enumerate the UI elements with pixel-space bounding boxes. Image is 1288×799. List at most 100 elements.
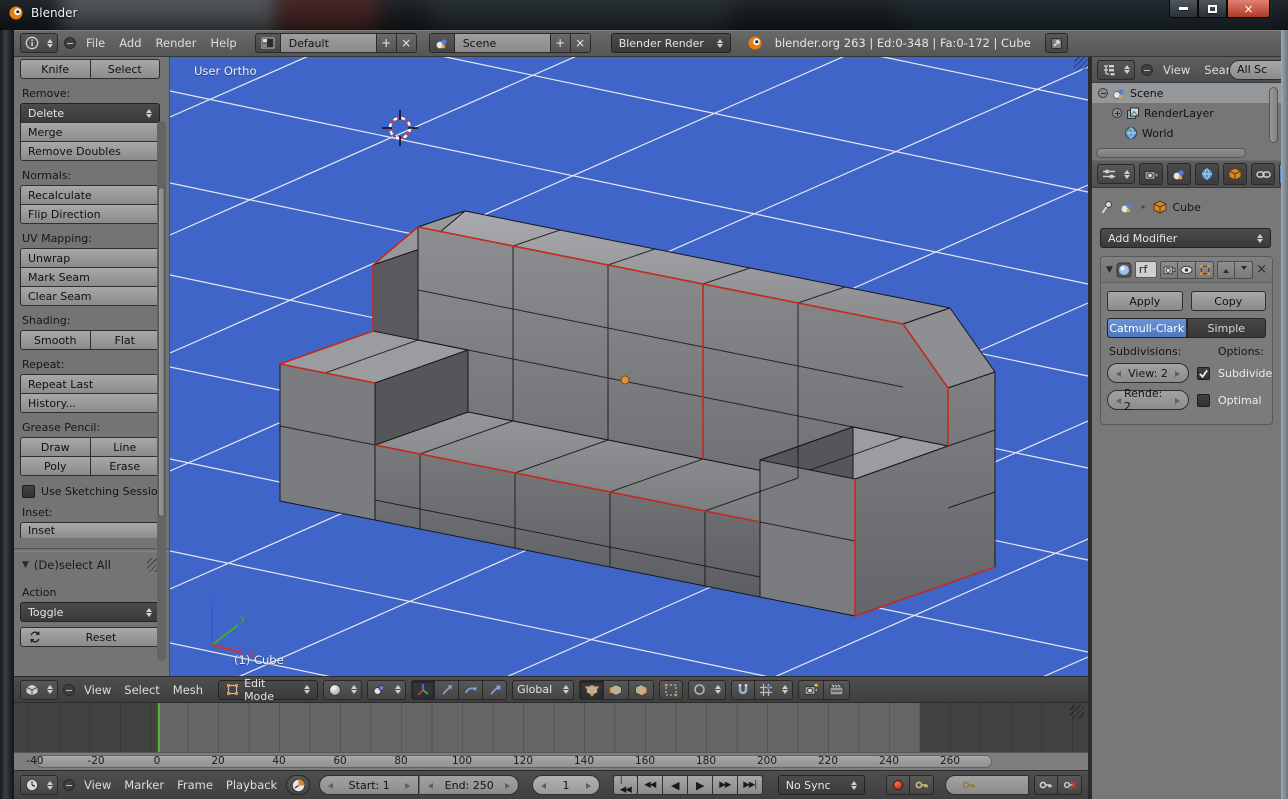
smooth-button[interactable]: Smooth	[20, 330, 91, 350]
collapse-menus-icon[interactable]	[1141, 64, 1153, 76]
outliner-vscrollbar[interactable]	[1269, 87, 1278, 143]
inset-button[interactable]: Inset	[20, 522, 160, 538]
menu-mesh[interactable]: Mesh	[169, 683, 207, 697]
delete-keyframe-button[interactable]	[1058, 775, 1082, 795]
auto-keyframe-button[interactable]	[910, 775, 934, 795]
keying-set-field[interactable]	[945, 775, 1029, 795]
modifier-editmode-toggle[interactable]	[1196, 261, 1214, 279]
recalculate-button[interactable]: Recalculate	[20, 185, 160, 205]
outliner-item-renderlayer[interactable]: RenderLayer	[1092, 103, 1281, 123]
window-duplicate-button[interactable]	[1045, 33, 1068, 53]
scene-crumb-icon[interactable]	[1120, 201, 1134, 214]
toolshelf-scrollbar[interactable]	[157, 121, 166, 661]
collapse-item-icon[interactable]	[1098, 88, 1108, 98]
editor-type-button[interactable]	[1097, 60, 1135, 80]
maximize-button[interactable]	[1198, 0, 1227, 18]
jump-to-start-button[interactable]: |◀◀	[613, 775, 638, 795]
reset-button[interactable]: Reset	[20, 627, 160, 647]
outliner-item-scene[interactable]: Scene	[1092, 83, 1281, 103]
menu-marker[interactable]: Marker	[120, 778, 168, 792]
tab-constraints[interactable]	[1251, 163, 1275, 185]
menu-view[interactable]: View	[80, 778, 115, 792]
render-opengl-anim-button[interactable]	[824, 680, 850, 700]
flip-direction-button[interactable]: Flip Direction	[20, 204, 160, 224]
subdivide-checkbox[interactable]	[1197, 367, 1210, 380]
menu-file[interactable]: File	[82, 36, 109, 50]
minimize-button[interactable]	[1169, 0, 1198, 18]
outliner-hscrollbar[interactable]	[1096, 148, 1246, 158]
history-button[interactable]: History...	[20, 393, 160, 413]
jump-next-keyframe-button[interactable]: ▶▶	[713, 775, 738, 795]
record-button[interactable]	[886, 775, 910, 795]
modifier-render-toggle[interactable]	[1160, 261, 1178, 279]
edge-select-mode-button[interactable]	[604, 680, 629, 700]
scene-name[interactable]: Scene	[455, 33, 551, 53]
proportional-edit-select[interactable]	[688, 680, 726, 700]
move-modifier-up-button[interactable]	[1217, 261, 1235, 279]
modifier-name-field[interactable]: rf	[1135, 261, 1157, 278]
expand-item-icon[interactable]	[1112, 108, 1122, 118]
viewport-shading-select[interactable]	[323, 680, 362, 700]
area-corner-grip[interactable]	[1074, 57, 1088, 71]
manipulator-toggle-button[interactable]	[411, 680, 435, 700]
scene-selector-icon[interactable]	[429, 33, 455, 53]
unwrap-button[interactable]: Unwrap	[20, 248, 160, 268]
grease-poly-button[interactable]: Poly	[20, 456, 91, 476]
couch-mesh[interactable]	[280, 211, 995, 616]
delete-layout-button[interactable]: ×	[397, 33, 417, 53]
menu-render[interactable]: Render	[152, 36, 201, 50]
copy-modifier-button[interactable]: Copy	[1191, 291, 1267, 311]
delete-scene-button[interactable]: ×	[571, 33, 591, 53]
grease-erase-button[interactable]: Erase	[91, 456, 161, 476]
screen-layout-icon[interactable]	[255, 33, 281, 53]
jump-to-end-button[interactable]: ▶▶|	[738, 775, 763, 795]
tab-render[interactable]	[1139, 163, 1163, 185]
flat-button[interactable]: Flat	[91, 330, 161, 350]
delete-menu[interactable]: Delete	[20, 103, 160, 123]
menu-add[interactable]: Add	[115, 36, 145, 50]
simple-toggle[interactable]: Simple	[1187, 318, 1267, 338]
face-select-mode-button[interactable]	[629, 680, 654, 700]
current-frame-playhead[interactable]	[157, 703, 160, 752]
transform-orientation-select[interactable]: Global	[512, 680, 574, 700]
clear-seam-button[interactable]: Clear Seam	[20, 286, 160, 306]
menu-playback[interactable]: Playback	[222, 778, 281, 792]
editor-type-button[interactable]	[20, 680, 58, 700]
play-reverse-button[interactable]: ◀	[663, 775, 688, 795]
start-frame-field[interactable]: Start: 1	[319, 775, 419, 795]
end-frame-field[interactable]: End: 250	[419, 775, 519, 795]
apply-modifier-button[interactable]: Apply	[1107, 291, 1183, 311]
menu-help[interactable]: Help	[206, 36, 240, 50]
expand-modifier-icon[interactable]: ▼	[1106, 265, 1113, 275]
editor-type-button[interactable]	[20, 775, 58, 795]
collapse-menus-icon[interactable]	[63, 684, 75, 696]
manipulator-rotate-button[interactable]	[459, 680, 483, 700]
editor-type-button[interactable]	[1097, 164, 1135, 184]
pivot-point-select[interactable]	[367, 680, 406, 700]
use-preview-range-button[interactable]	[286, 775, 310, 795]
add-modifier-select[interactable]: Add Modifier	[1100, 228, 1271, 248]
area-corner-grip[interactable]	[1070, 705, 1084, 719]
outliner-item-world[interactable]: World	[1092, 123, 1281, 143]
manipulator-scale-button[interactable]	[483, 680, 507, 700]
render-subdivisions-field[interactable]: Rende: 2	[1107, 390, 1189, 410]
grease-draw-button[interactable]: Draw	[20, 437, 91, 457]
breadcrumb-object-name[interactable]: Cube	[1173, 201, 1201, 214]
collapse-menus-icon[interactable]	[63, 779, 75, 791]
current-frame-field[interactable]: 1	[532, 775, 600, 795]
grease-line-button[interactable]: Line	[91, 437, 161, 457]
menu-frame[interactable]: Frame	[173, 778, 217, 792]
add-layout-button[interactable]: +	[377, 33, 397, 53]
tab-scene[interactable]	[1167, 163, 1191, 185]
window-titlebar[interactable]: Blender ×	[0, 0, 1288, 30]
jump-prev-keyframe-button[interactable]: ◀◀	[638, 775, 663, 795]
timeline-ruler[interactable]: -40 -20 0 20 40 60 80 100 120 140 160 18…	[14, 752, 1088, 770]
render-opengl-button[interactable]	[798, 680, 824, 700]
knife-select-button[interactable]: Select	[91, 59, 161, 79]
tab-modifiers[interactable]	[1279, 163, 1281, 185]
outliner-scope-select[interactable]: All Sc	[1229, 60, 1281, 80]
sync-mode-select[interactable]: No Sync	[778, 775, 866, 795]
use-sketching-checkbox[interactable]	[22, 485, 35, 498]
view-subdivisions-field[interactable]: View: 2	[1107, 363, 1189, 383]
repeat-last-button[interactable]: Repeat Last	[20, 374, 160, 394]
